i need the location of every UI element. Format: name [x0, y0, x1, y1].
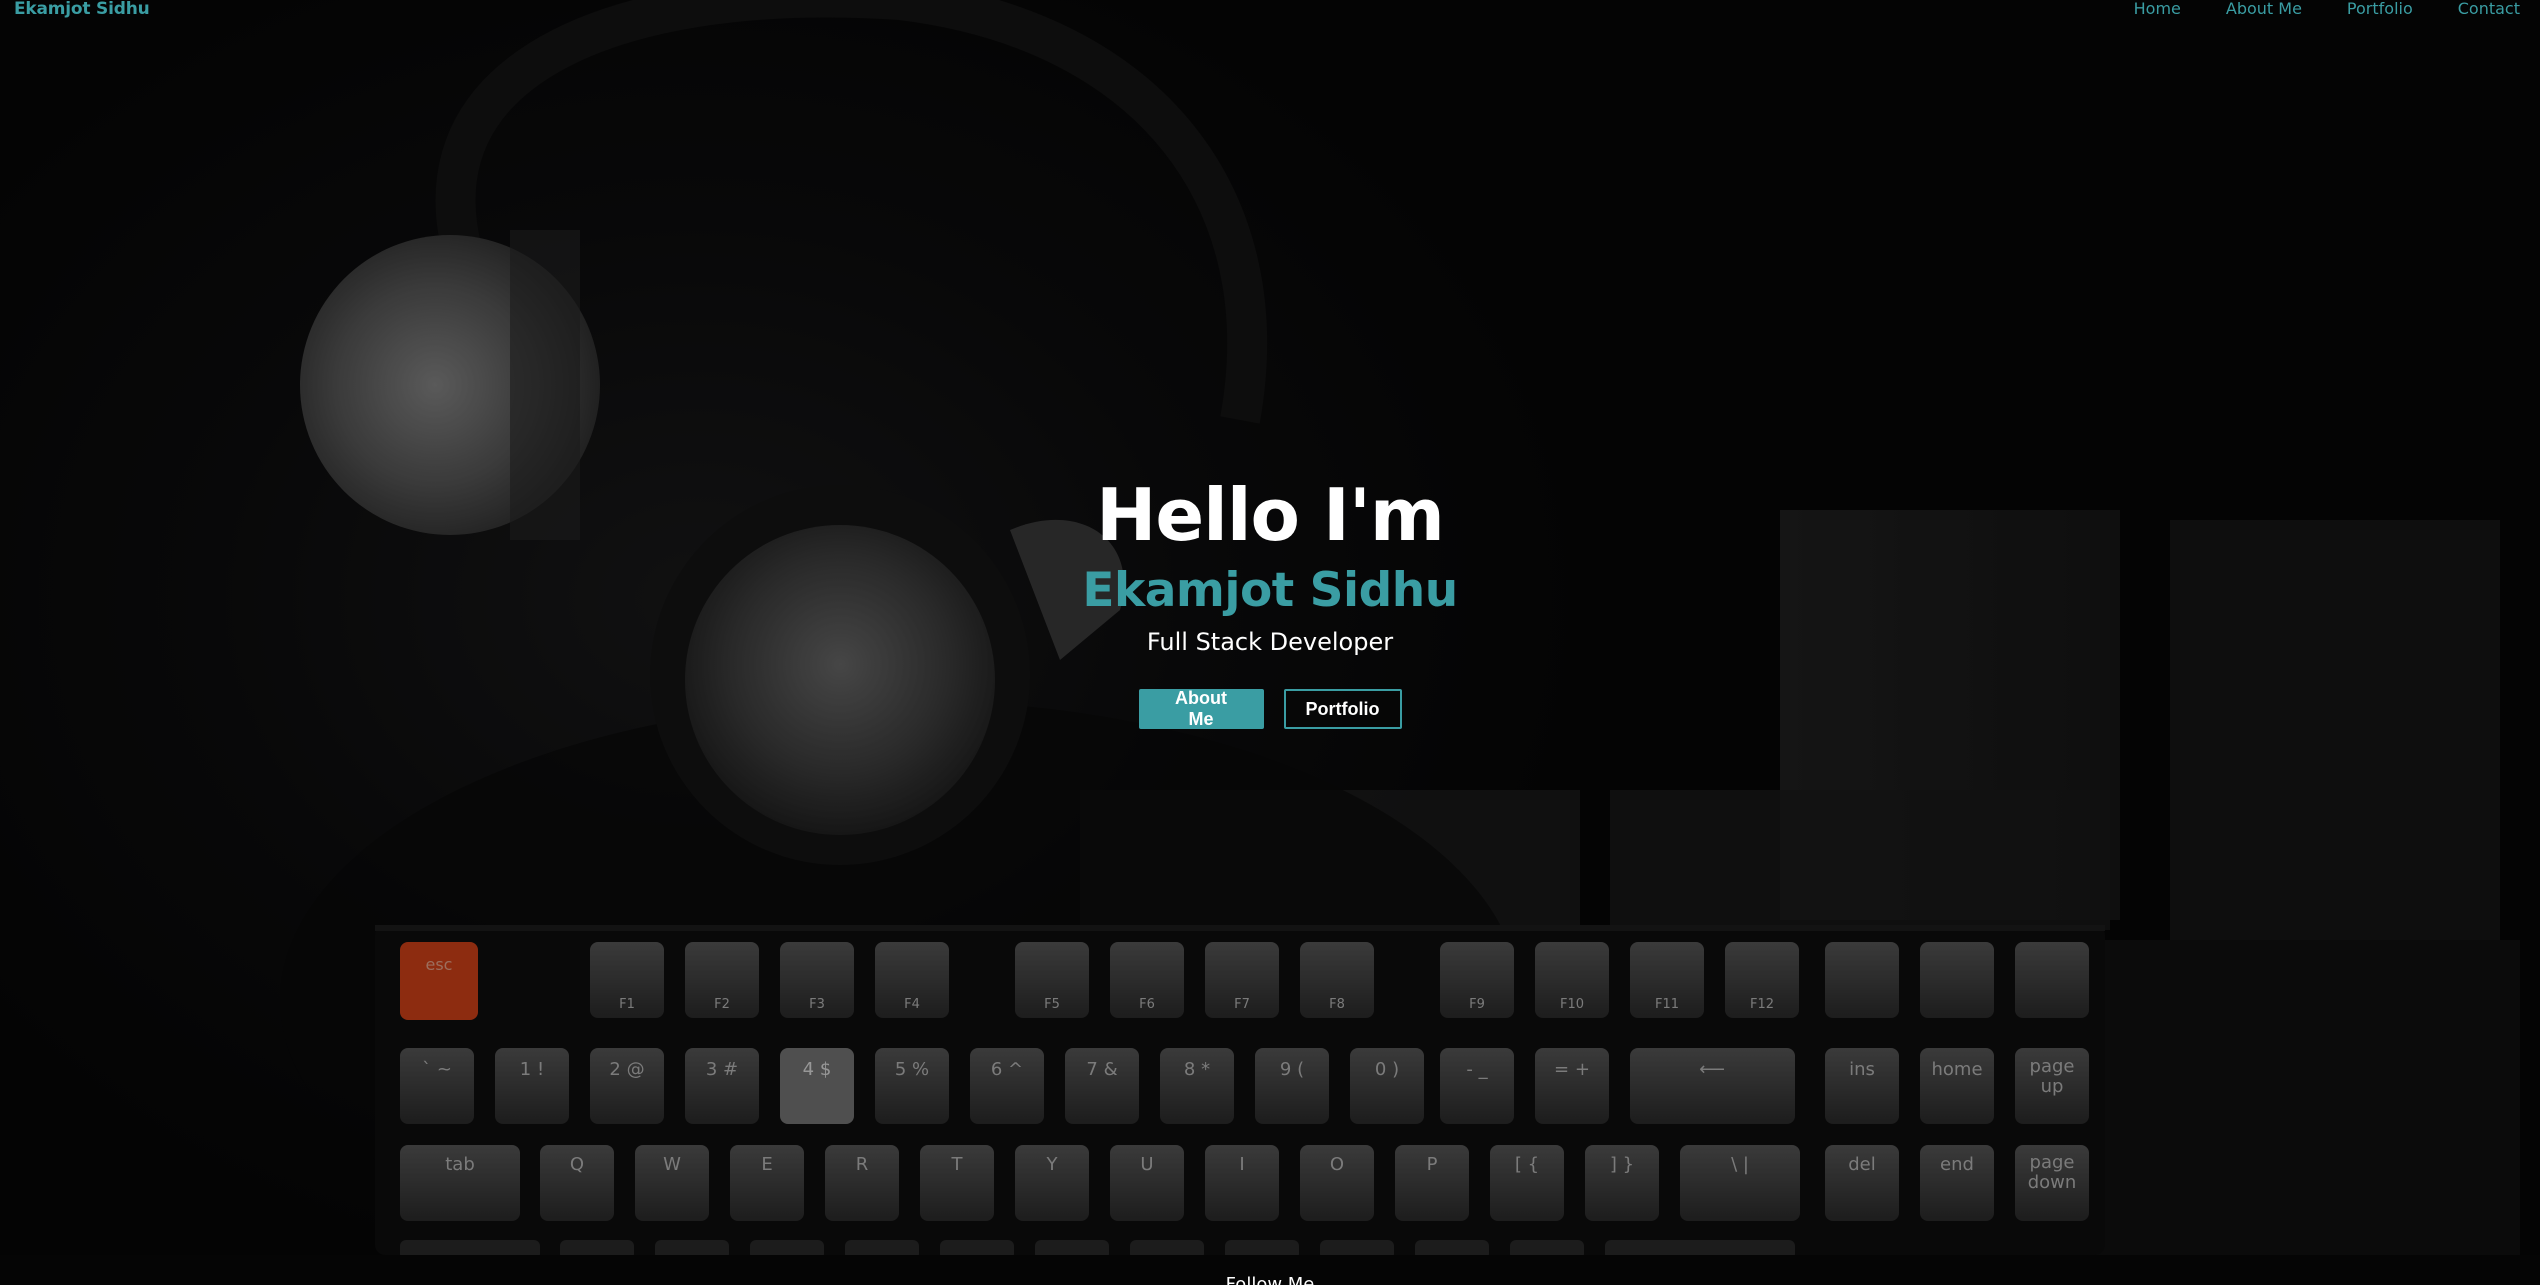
footer-strip: Follow Me [0, 1255, 2540, 1285]
nav-link-portfolio[interactable]: Portfolio [2347, 0, 2413, 18]
hero-role: Full Stack Developer [1146, 628, 1394, 656]
hero-name: Ekamjot Sidhu [1082, 563, 1458, 618]
brand-logo-link[interactable]: Ekamjot Sidhu [14, 0, 150, 19]
navbar: Ekamjot Sidhu Home About Me Portfolio Co… [0, 0, 2540, 22]
about-me-button[interactable]: About Me [1138, 688, 1264, 729]
nav-link-about-me[interactable]: About Me [2226, 0, 2302, 18]
hero-greeting: Hello I'm [1096, 473, 1445, 557]
follow-me-heading: Follow Me [1225, 1274, 1315, 1285]
page: esc F1 F2 F3 F4 F5 F6 F7 F8 F9 F10 F11 F… [0, 0, 2540, 1285]
nav-link-contact[interactable]: Contact [2458, 0, 2520, 18]
portfolio-button[interactable]: Portfolio [1283, 689, 1402, 729]
hero-buttons: About Me Portfolio [0, 688, 2540, 729]
hero-section: Hello I'm Ekamjot Sidhu Full Stack Devel… [0, 470, 2540, 729]
nav-link-home[interactable]: Home [2134, 0, 2181, 18]
nav-links: Home About Me Portfolio Contact [2089, 0, 2520, 18]
